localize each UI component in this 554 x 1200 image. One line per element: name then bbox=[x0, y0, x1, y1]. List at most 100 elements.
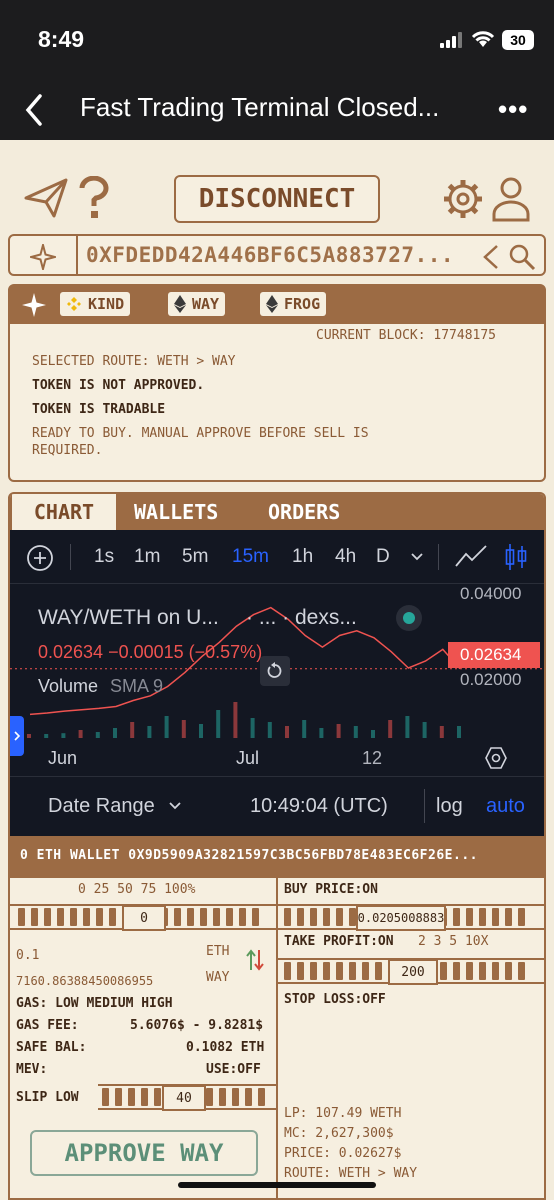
market-status-indicator bbox=[396, 605, 422, 631]
gas-options[interactable]: GAS: LOW MEDIUM HIGH bbox=[16, 996, 173, 1011]
x-tick-jun: Jun bbox=[48, 748, 78, 768]
toolbar-divider bbox=[438, 544, 439, 570]
amount-slider-knob[interactable]: 0 bbox=[122, 905, 166, 931]
receive-amount: 7160.86388450086955 bbox=[16, 974, 154, 988]
timeframe-1s[interactable]: 1s bbox=[94, 546, 114, 568]
timeframe-15m[interactable]: 15m bbox=[232, 546, 269, 568]
bnb-icon bbox=[67, 297, 81, 311]
volume-bar bbox=[147, 726, 152, 738]
volume-bar bbox=[95, 732, 100, 738]
volume-bar bbox=[199, 724, 203, 738]
footer-divider bbox=[424, 789, 425, 823]
refresh-icon bbox=[267, 662, 282, 678]
date-range-chevron-icon bbox=[169, 802, 181, 810]
log-scale-toggle[interactable]: log bbox=[436, 795, 463, 818]
search-icon[interactable] bbox=[508, 243, 536, 271]
volume-bar bbox=[113, 728, 117, 738]
volume-bar bbox=[233, 702, 238, 738]
amount-percent-slider[interactable]: 0 bbox=[10, 904, 276, 931]
reset-chart-button[interactable] bbox=[260, 656, 290, 686]
timeframe-5m[interactable]: 5m bbox=[182, 546, 208, 568]
more-options-icon[interactable]: ••• bbox=[498, 94, 528, 125]
timeframe-4h[interactable]: 4h bbox=[335, 546, 356, 568]
mev-value[interactable]: USE:OFF bbox=[206, 1062, 261, 1077]
page-title: Fast Trading Terminal Closed... bbox=[80, 92, 440, 122]
tab-orders[interactable]: ORDERS bbox=[268, 494, 340, 530]
nav-bar: Fast Trading Terminal Closed... ••• bbox=[0, 80, 554, 140]
token-price: PRICE: 0.02627$ bbox=[284, 1146, 402, 1161]
candlestick-chart-type-icon[interactable] bbox=[504, 542, 528, 572]
y-tick-bottom: 0.02000 bbox=[460, 670, 522, 689]
auto-scale-toggle[interactable]: auto bbox=[486, 795, 525, 818]
wallet-bar[interactable]: 0 ETH WALLET 0X9D5909A32821597C3BC56FBD7… bbox=[10, 836, 544, 878]
volume-bar bbox=[405, 716, 410, 738]
battery-icon: 30 bbox=[502, 30, 534, 50]
chart-settings-hexagon-icon[interactable] bbox=[484, 746, 508, 770]
slippage-slider[interactable]: 40 bbox=[98, 1084, 276, 1111]
buy-price-toggle[interactable]: BUY PRICE:ON bbox=[284, 882, 378, 897]
timeframe-dropdown-icon[interactable] bbox=[410, 550, 424, 564]
token-info-panel: KIND WAY FROG CURRENT BLOCK: 17748175 SE… bbox=[8, 284, 546, 482]
token-address-input[interactable]: 0XFDEDD42A446BF6C5A883727... bbox=[86, 243, 454, 267]
gas-fee-value: 5.6076$ - 9.8281$ bbox=[130, 1018, 264, 1033]
back-chevron-icon[interactable] bbox=[22, 90, 46, 130]
wifi-icon bbox=[471, 31, 495, 47]
user-profile-icon[interactable] bbox=[492, 176, 530, 222]
ethereum-icon bbox=[174, 295, 186, 313]
back-arrow-icon[interactable] bbox=[482, 244, 500, 270]
volume-bar bbox=[61, 733, 66, 738]
side-panel-handle[interactable] bbox=[10, 716, 24, 756]
settings-gear-icon[interactable] bbox=[442, 178, 484, 220]
volume-bar bbox=[388, 720, 393, 738]
volume-bar bbox=[130, 722, 135, 738]
safe-balance-value: 0.1082 ETH bbox=[186, 1040, 265, 1055]
sparkle-filled-icon[interactable] bbox=[22, 293, 46, 317]
current-block: CURRENT BLOCK: 17748175 bbox=[316, 328, 497, 343]
percent-labels: 0 25 50 75 100% bbox=[78, 882, 196, 897]
take-profit-toggle[interactable]: TAKE PROFIT:ON bbox=[284, 934, 394, 949]
help-question-icon[interactable] bbox=[76, 176, 112, 220]
sparkle-icon[interactable] bbox=[30, 244, 56, 270]
line-chart-type-icon[interactable] bbox=[454, 544, 488, 570]
chip-label: FROG bbox=[284, 295, 321, 313]
approve-way-button[interactable]: APPROVE WAY bbox=[30, 1130, 258, 1176]
tradable-status: TOKEN IS TRADABLE bbox=[32, 402, 166, 417]
tab-chart[interactable]: CHART bbox=[12, 494, 116, 530]
amount-input[interactable]: 0.1 bbox=[16, 948, 39, 963]
timeframe-1h[interactable]: 1h bbox=[292, 546, 313, 568]
tab-wallets[interactable]: WALLETS bbox=[134, 494, 218, 530]
address-divider bbox=[76, 236, 78, 274]
slippage-slider-knob[interactable]: 40 bbox=[162, 1085, 206, 1111]
buy-price-slider[interactable]: 0.0205008883 bbox=[278, 904, 544, 931]
cellular-signal-icon bbox=[440, 32, 462, 48]
current-price-tag: 0.02634 bbox=[448, 642, 540, 668]
volume-bar bbox=[27, 734, 31, 738]
volume-bar bbox=[267, 722, 272, 738]
chip-frog[interactable]: FROG bbox=[260, 292, 327, 316]
disconnect-button[interactable]: DISCONNECT bbox=[174, 175, 380, 223]
take-profit-knob[interactable]: 200 bbox=[388, 959, 438, 985]
volume-bar bbox=[457, 726, 461, 738]
volume-bar bbox=[353, 726, 358, 738]
send-icon[interactable] bbox=[24, 178, 68, 218]
x-tick-12: 12 bbox=[362, 748, 383, 768]
chip-way[interactable]: WAY bbox=[168, 292, 226, 316]
market-cap: MC: 2,627,300$ bbox=[284, 1126, 394, 1141]
chart-footer: Date Range 10:49:04 (UTC) log auto bbox=[10, 776, 544, 836]
volume-bar bbox=[285, 726, 289, 738]
add-indicator-icon[interactable] bbox=[26, 544, 54, 572]
status-time: 8:49 bbox=[38, 26, 85, 52]
take-profit-slider[interactable]: 200 bbox=[278, 958, 544, 985]
approval-status: TOKEN IS NOT APPROVED. bbox=[32, 378, 205, 393]
take-profit-options[interactable]: 2 3 5 10X bbox=[418, 934, 488, 949]
buy-price-knob[interactable]: 0.0205008883 bbox=[356, 905, 446, 931]
swap-arrows-icon[interactable] bbox=[246, 948, 264, 972]
liquidity-pool: LP: 107.49 WETH bbox=[284, 1106, 402, 1121]
gas-fee-label: GAS FEE: bbox=[16, 1018, 79, 1033]
mev-label: MEV: bbox=[16, 1062, 48, 1077]
timeframe-1m[interactable]: 1m bbox=[134, 546, 160, 568]
stop-loss-toggle[interactable]: STOP LOSS:OFF bbox=[284, 992, 386, 1007]
date-range-button[interactable]: Date Range bbox=[48, 795, 155, 818]
timeframe-d[interactable]: D bbox=[376, 546, 390, 568]
chip-kind[interactable]: KIND bbox=[60, 292, 131, 316]
